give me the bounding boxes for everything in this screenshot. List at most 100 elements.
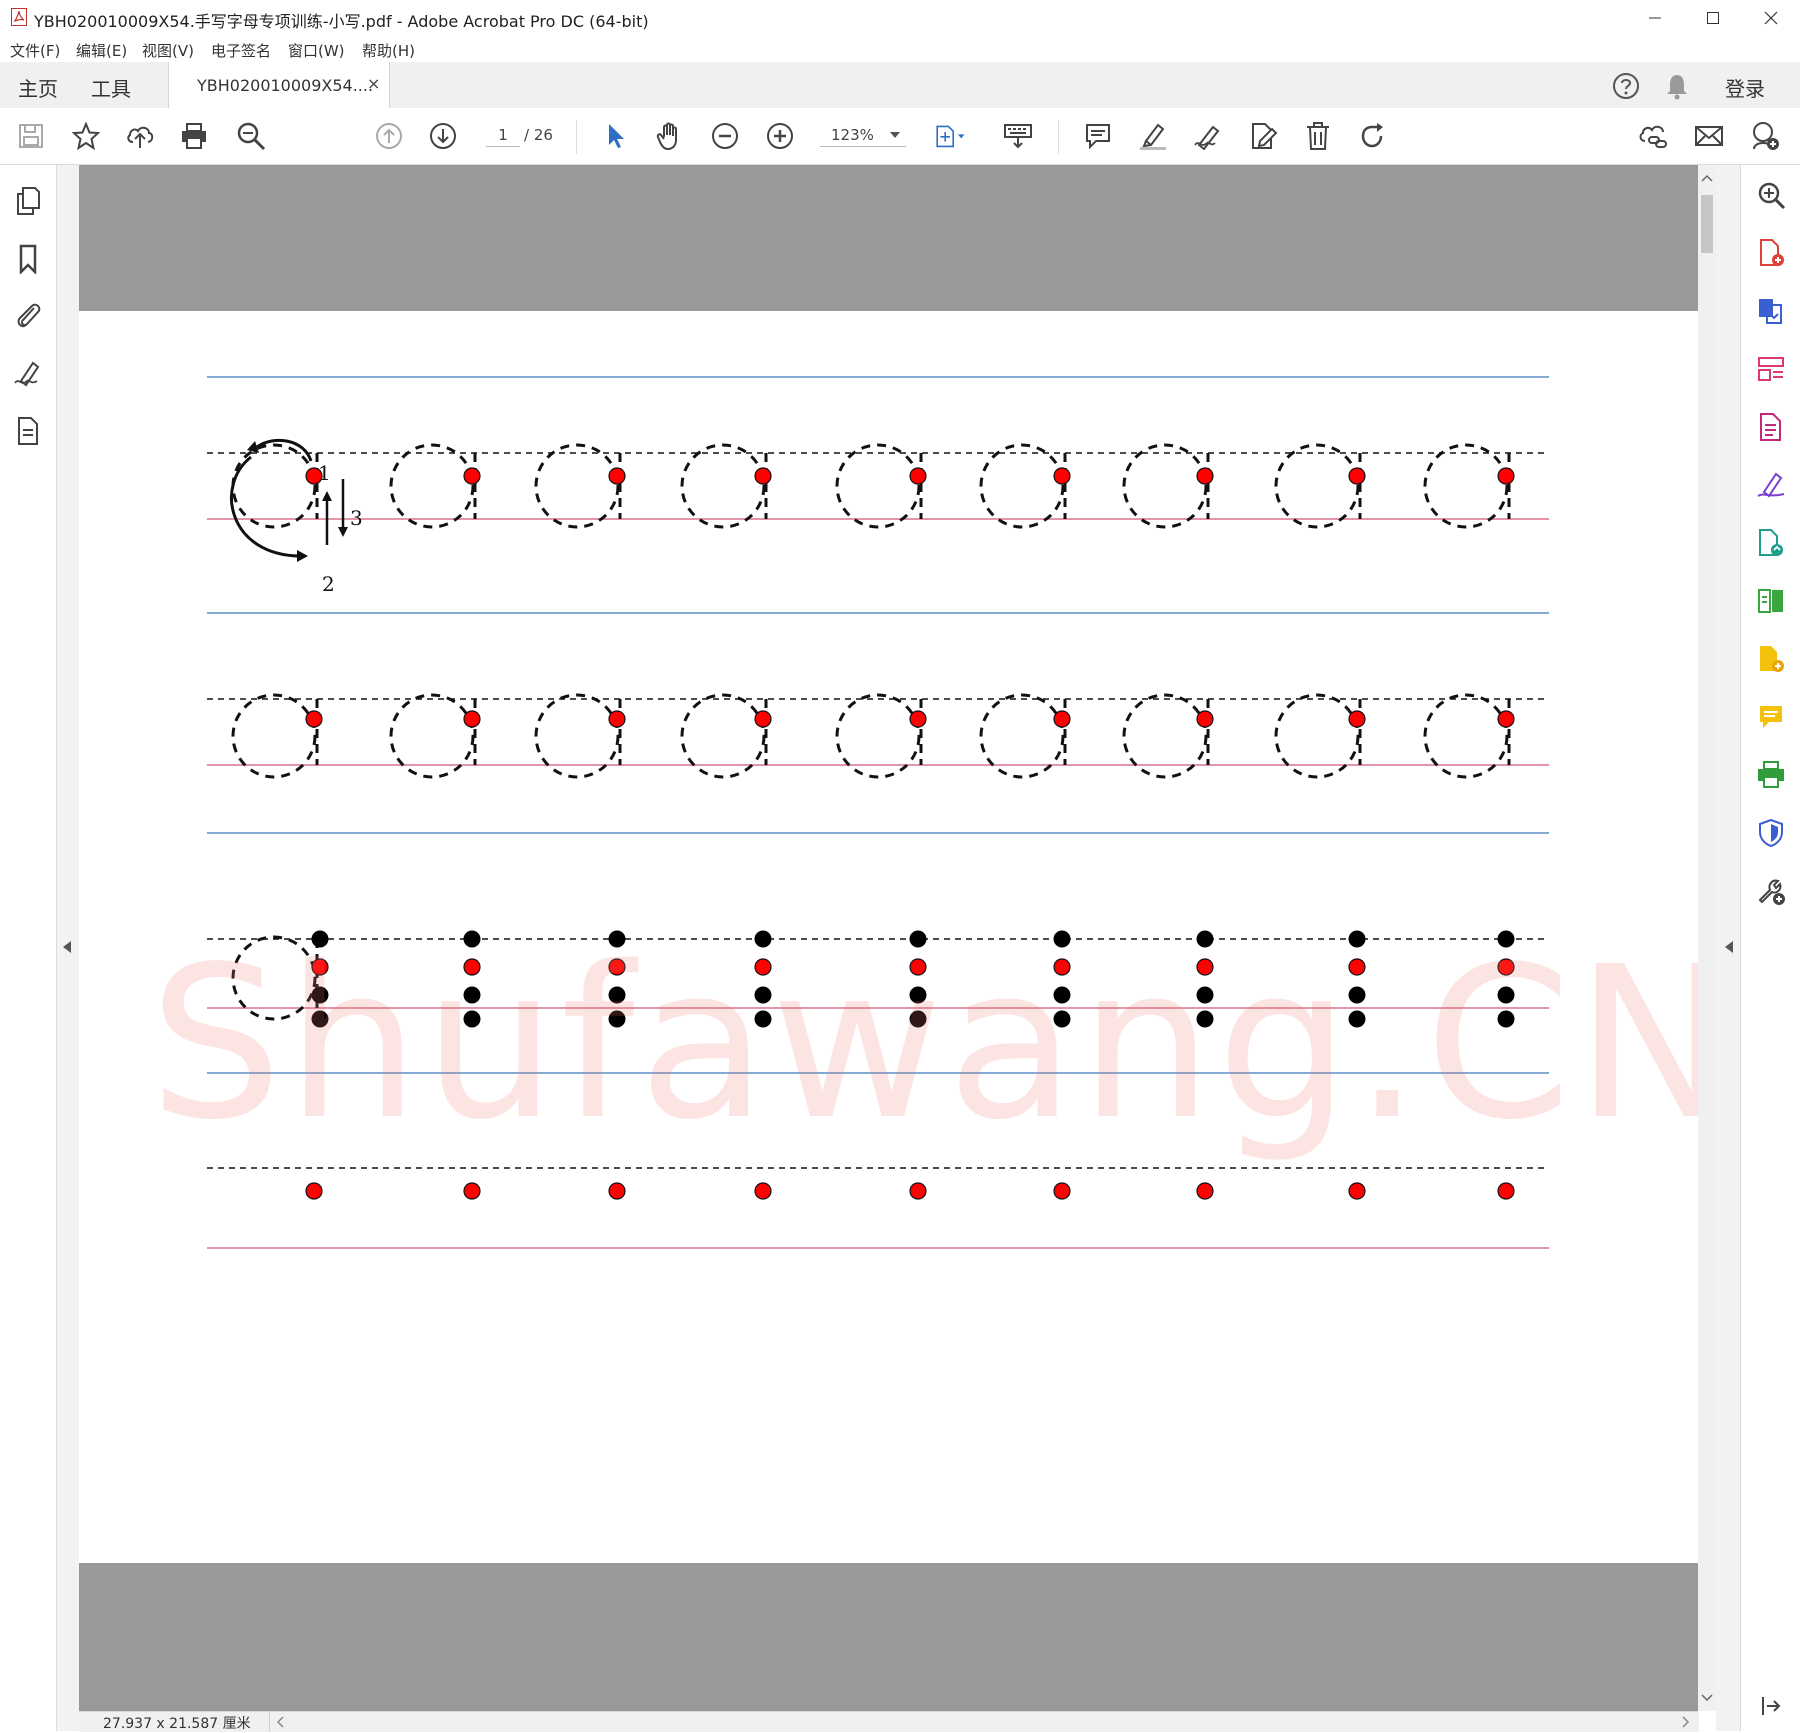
tool-search[interactable]: [1755, 179, 1787, 211]
keyboard-tools-button[interactable]: [1002, 120, 1034, 152]
sign-button[interactable]: [1192, 120, 1224, 152]
dashed-letter-bowl: [1423, 443, 1509, 529]
next-page-button[interactable]: [427, 120, 459, 152]
signatures-button[interactable]: [12, 358, 44, 390]
menu-edit[interactable]: 编辑(E): [76, 40, 127, 61]
previous-page-button[interactable]: [373, 120, 405, 152]
start-dot: [1053, 710, 1071, 728]
start-dot: [608, 958, 626, 976]
zoom-in-button[interactable]: [764, 120, 796, 152]
print-button[interactable]: [178, 120, 210, 152]
tool-combine-files[interactable]: [1755, 643, 1787, 675]
menu-file[interactable]: 文件(F): [10, 40, 60, 61]
highlight-button[interactable]: [1137, 120, 1169, 152]
scroll-thumb[interactable]: [1701, 195, 1713, 253]
dashed-letter-bowl: [1122, 443, 1208, 529]
start-dot: [305, 1182, 323, 1200]
comment-button[interactable]: [1082, 120, 1114, 152]
keyboard-icon: [1004, 124, 1032, 149]
document-icon: [18, 417, 38, 445]
share-link-button[interactable]: [1637, 120, 1669, 152]
start-dot: [463, 710, 481, 728]
find-button[interactable]: [235, 120, 267, 152]
tool-edit-pdf[interactable]: [1755, 411, 1787, 443]
toolbar-divider: [1058, 120, 1059, 154]
tool-create-pdf[interactable]: [1755, 237, 1787, 269]
edit-pdf-button[interactable]: [1247, 120, 1279, 152]
dashed-letter-bowl: [835, 443, 921, 529]
start-dot: [608, 467, 626, 485]
combine-files-icon: [1760, 646, 1784, 672]
wrench-add-icon: [1758, 879, 1785, 905]
page-thumbnails-button[interactable]: [12, 185, 44, 217]
tab-tools[interactable]: 工具: [91, 73, 131, 102]
menu-view[interactable]: 视图(V): [142, 40, 194, 61]
right-pane-toggle-strip: [1716, 165, 1740, 1731]
close-tab-icon[interactable]: ×: [367, 74, 380, 93]
close-icon: [1764, 11, 1778, 25]
tool-fill-sign[interactable]: [1755, 469, 1787, 501]
bookmarks-button[interactable]: [12, 243, 44, 275]
tool-organize-pages[interactable]: [1755, 353, 1787, 385]
bookmark-star-button[interactable]: [70, 120, 102, 152]
rotate-button[interactable]: [1357, 120, 1389, 152]
tab-document[interactable]: YBH020010009X54.... ×: [168, 62, 390, 109]
arrow-down-circle-icon: [430, 123, 456, 149]
start-dot: [1497, 710, 1515, 728]
save-button[interactable]: [15, 120, 47, 152]
scroll-right-icon[interactable]: [1678, 1712, 1692, 1732]
dashed-letter-bowl: [389, 443, 475, 529]
help-icon[interactable]: [1612, 72, 1640, 100]
notification-bell-icon[interactable]: [1664, 72, 1690, 100]
main-toolbar: 1 / 26 123%: [0, 108, 1800, 165]
menu-window[interactable]: 窗口(W): [288, 40, 345, 61]
share-people-button[interactable]: [1749, 120, 1781, 152]
tool-compare[interactable]: [1755, 585, 1787, 617]
fit-page-button[interactable]: [934, 120, 966, 152]
guide-dot: [1497, 930, 1515, 948]
tool-comment[interactable]: [1755, 701, 1787, 733]
zoom-out-button[interactable]: [709, 120, 741, 152]
minimize-button[interactable]: [1626, 0, 1684, 36]
start-dot: [754, 710, 772, 728]
close-window-button[interactable]: [1742, 0, 1800, 36]
start-dot: [608, 710, 626, 728]
stroke-order-label-3: 3: [350, 506, 363, 530]
login-button[interactable]: 登录: [1725, 73, 1765, 102]
tab-home[interactable]: 主页: [18, 73, 58, 102]
tool-more-tools[interactable]: [1755, 875, 1787, 907]
zoom-level-dropdown[interactable]: 123%: [820, 124, 906, 147]
menu-help[interactable]: 帮助(H): [362, 40, 415, 61]
left-pane-toggle-strip: [57, 165, 79, 1731]
tool-protect[interactable]: [1755, 817, 1787, 849]
scroll-down-icon[interactable]: [1698, 1691, 1716, 1705]
horizontal-scrollbar[interactable]: [269, 1712, 1699, 1732]
hand-tool-button[interactable]: [654, 120, 686, 152]
menu-esign[interactable]: 电子签名: [211, 40, 271, 61]
tool-send-for-signature[interactable]: [1755, 527, 1787, 559]
tool-export-pdf[interactable]: [1755, 295, 1787, 327]
tool-print-production[interactable]: [1755, 759, 1787, 791]
start-dot: [1497, 467, 1515, 485]
delete-button[interactable]: [1302, 120, 1334, 152]
start-dot: [1497, 1182, 1515, 1200]
document-properties-button[interactable]: [12, 415, 44, 447]
shield-icon: [1759, 818, 1783, 848]
export-pdf-icon: [1759, 299, 1782, 324]
collapse-left-arrow-icon[interactable]: [63, 941, 71, 953]
maximize-button[interactable]: [1684, 0, 1742, 36]
email-button[interactable]: [1693, 120, 1725, 152]
page-number-input[interactable]: 1: [486, 124, 520, 147]
select-tool-button[interactable]: [600, 120, 632, 152]
guide-dot: [909, 986, 927, 1004]
upload-cloud-button[interactable]: [124, 120, 156, 152]
collapse-tools-pane-button[interactable]: [1755, 1690, 1787, 1722]
attachments-button[interactable]: [12, 299, 44, 331]
scroll-up-icon[interactable]: [1698, 171, 1716, 185]
highlighter-icon: [1140, 123, 1166, 150]
dashed-letter-bowl: [1274, 443, 1360, 529]
vertical-scrollbar[interactable]: [1698, 165, 1716, 1711]
scroll-left-icon[interactable]: [274, 1712, 288, 1732]
start-dot: [311, 958, 329, 976]
collapse-right-arrow-icon[interactable]: [1725, 941, 1733, 953]
